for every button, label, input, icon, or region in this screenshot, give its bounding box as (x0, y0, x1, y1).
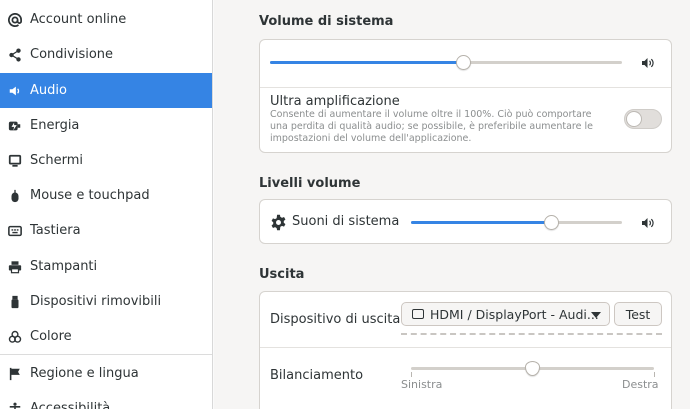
system-volume-card: Ultra amplificazione Consente di aumenta… (259, 39, 672, 153)
sidebar-item-keyboard[interactable]: Tastiera (0, 213, 212, 248)
balance-tick-right (654, 372, 655, 377)
sidebar-item-color[interactable]: Colore (0, 319, 212, 354)
volume-levels-card: Suoni di sistema (259, 199, 672, 244)
sidebar-item-sharing[interactable]: Condivisione (0, 37, 212, 72)
sidebar-item-displays[interactable]: Schermi (0, 143, 212, 178)
sidebar-item-label: Schermi (30, 153, 84, 168)
section-title-output: Uscita (259, 267, 305, 282)
balance-tick-left (411, 372, 412, 377)
sidebar-item-label: Accessibilità (30, 401, 111, 409)
output-device-value: HDMI / DisplayPort - Audi... (430, 306, 599, 322)
monitor-icon (412, 309, 424, 319)
slider-knob[interactable] (525, 361, 540, 376)
sidebar-item-label: Regione e lingua (30, 366, 139, 381)
at-icon (0, 12, 30, 27)
sidebar-item-label: Mouse e touchpad (30, 188, 150, 203)
share-icon (0, 47, 30, 62)
flag-icon (0, 367, 30, 381)
sidebar-item-label: Stampanti (30, 259, 98, 274)
speaker-volume-high-icon (642, 218, 654, 228)
row-separator (260, 87, 671, 88)
balance-label: Bilanciamento (270, 368, 364, 383)
main-panel: Volume di sistema Ultra amplificazione C… (214, 0, 690, 409)
display-icon (0, 154, 30, 168)
boost-toggle[interactable] (624, 109, 662, 129)
balance-right-label: Destra (622, 378, 659, 391)
row-separator (260, 347, 671, 348)
system-sounds-slider[interactable] (411, 215, 622, 230)
section-title-volume-levels: Livelli volume (259, 176, 361, 191)
sidebar-item-audio[interactable]: Audio (0, 73, 212, 108)
sidebar-item-online-accounts[interactable]: Account online (0, 2, 212, 37)
sidebar: Account online Condivisione Audio Energi… (0, 0, 213, 409)
balance-left-label: Sinistra (401, 378, 443, 391)
printer-icon (0, 260, 30, 274)
slider-knob[interactable] (456, 55, 471, 70)
sidebar-divider (0, 354, 212, 355)
test-button[interactable]: Test (614, 302, 662, 326)
sidebar-item-removable-media[interactable]: Dispositivi rimovibili (0, 284, 212, 319)
mouse-icon (0, 189, 30, 203)
sidebar-item-label: Account online (30, 12, 127, 27)
boost-description: Consente di aumentare il volume oltre il… (270, 109, 593, 144)
output-device-label: Dispositivo di uscita (270, 312, 401, 327)
sidebar-item-accessibility[interactable]: Accessibilità (0, 391, 212, 409)
output-device-dropdown[interactable]: HDMI / DisplayPort - Audi... (401, 302, 610, 326)
speaker-volume-high-icon (642, 58, 654, 68)
system-volume-slider[interactable] (270, 55, 622, 70)
sidebar-item-label: Condivisione (30, 47, 114, 62)
sidebar-item-label: Dispositivi rimovibili (30, 294, 162, 309)
sidebar-item-power[interactable]: Energia (0, 108, 212, 143)
toggle-knob (626, 111, 642, 127)
power-icon (0, 119, 30, 133)
slider-fill (411, 221, 552, 224)
section-title-system-volume: Volume di sistema (259, 14, 394, 29)
accessibility-icon (0, 402, 30, 409)
speaker-icon (0, 84, 30, 98)
sidebar-item-label: Energia (30, 118, 80, 133)
sidebar-item-label: Tastiera (30, 223, 81, 238)
sidebar-item-mouse[interactable]: Mouse e touchpad (0, 178, 212, 213)
slider-knob[interactable] (544, 215, 559, 230)
output-card: Dispositivo di uscita HDMI / DisplayPort… (259, 291, 672, 409)
device-level-meter (401, 333, 662, 335)
slider-fill (270, 61, 464, 64)
gear-icon (271, 214, 286, 231)
keyboard-icon (0, 224, 30, 238)
sidebar-item-region-language[interactable]: Regione e lingua (0, 356, 212, 391)
palette-icon (0, 330, 30, 344)
boost-label: Ultra amplificazione (270, 94, 400, 109)
chevron-down-icon (591, 312, 601, 318)
usb-icon (0, 295, 30, 309)
sidebar-item-label: Audio (30, 83, 67, 98)
sidebar-item-printers[interactable]: Stampanti (0, 249, 212, 284)
balance-slider[interactable] (411, 361, 654, 376)
sidebar-item-label: Colore (30, 329, 72, 344)
system-sounds-label: Suoni di sistema (292, 214, 400, 229)
